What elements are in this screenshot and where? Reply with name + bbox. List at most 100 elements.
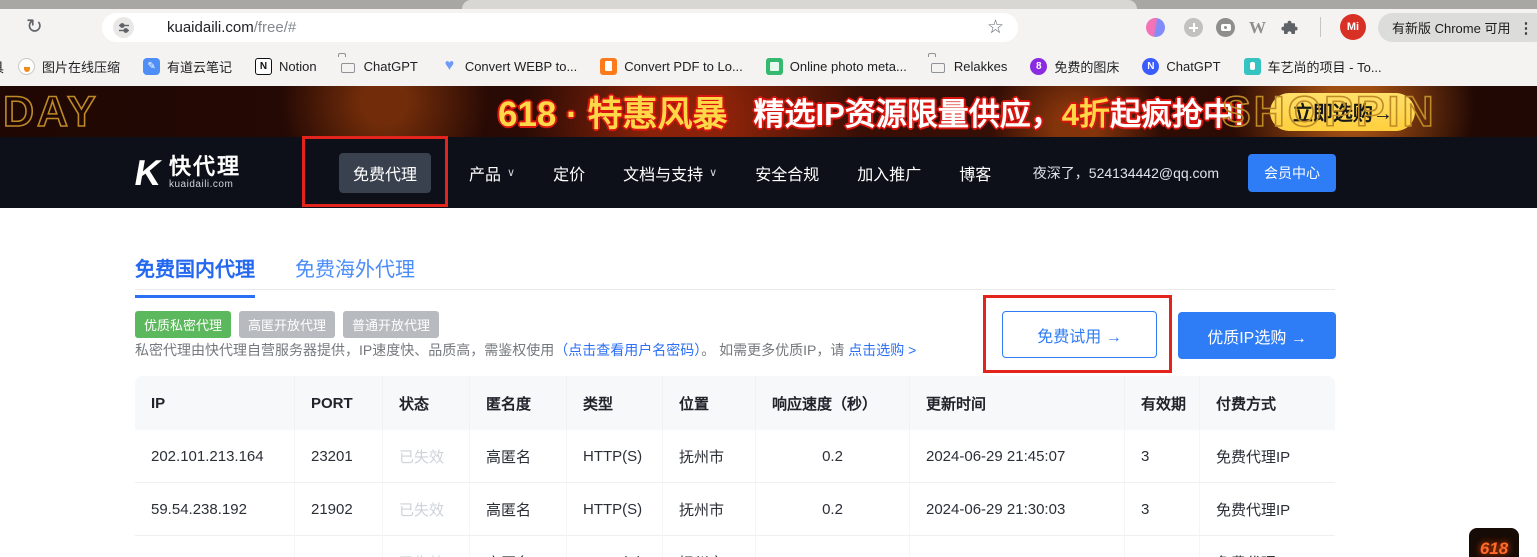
banner-subtitle: 精选IP资源限量供应，4折起疯抢中! (754, 89, 1245, 134)
extensions-puzzle-icon[interactable] (1280, 18, 1299, 37)
active-tab[interactable] (462, 0, 1137, 9)
tab-overseas-free-proxy[interactable]: 免费海外代理 (295, 253, 415, 298)
col-type: 类型 (567, 376, 663, 430)
bookmark-label: 车艺尚的项目 - To... (1268, 57, 1382, 76)
url-host: kuaidaili.com (167, 19, 254, 36)
col-anonymity: 匿名度 (470, 376, 567, 430)
nav-item-affiliate[interactable]: 加入推广 (857, 161, 921, 185)
member-center-button[interactable]: 会员中心 (1248, 154, 1336, 192)
cell-status: 已失效 (383, 430, 470, 483)
cell-port (295, 536, 383, 557)
proxy-table: IP PORT 状态 匿名度 类型 位置 响应速度（秒） 更新时间 有效期 付费… (135, 376, 1335, 557)
nav-item-free-proxy[interactable]: 免费代理 (339, 153, 431, 193)
bookmark-item[interactable]: 8免费的图床 (1030, 57, 1119, 76)
buy-now-link[interactable]: 点击选购 > (848, 342, 916, 358)
bookmark-folder[interactable]: ChatGPT (340, 58, 418, 75)
premium-ip-button[interactable]: 优质IP选购 → (1178, 312, 1336, 359)
browser-tab-strip (0, 0, 1537, 9)
profile-avatar[interactable]: Mi (1340, 14, 1366, 40)
cell-type: HTTP(S) (567, 483, 663, 536)
nav-item-pricing[interactable]: 定价 (553, 161, 585, 185)
tag-premium-private[interactable]: 优质私密代理 (135, 311, 231, 338)
extension-wikipedia-icon[interactable]: W (1248, 18, 1267, 37)
cell-payment: 免费代理IP (1200, 430, 1335, 483)
free-trial-button[interactable]: 免费试用 → (1002, 311, 1157, 358)
cell-ip (135, 536, 295, 557)
col-speed: 响应速度（秒） (756, 376, 910, 430)
todo-favicon (1244, 58, 1261, 75)
nav-item-blog[interactable]: 博客 (959, 161, 991, 185)
url-path: /free/# (254, 19, 297, 36)
col-ip: IP (135, 376, 295, 430)
bookmark-item[interactable]: 图片在线压缩 (18, 57, 120, 76)
bookmark-label: 具 (0, 57, 4, 76)
reload-icon[interactable]: ↻ (26, 14, 43, 39)
notion-favicon: N (255, 58, 272, 75)
col-updated: 更新时间 (910, 376, 1125, 430)
col-port: PORT (295, 376, 383, 430)
chrome-update-label: 有新版 Chrome 可用 (1392, 18, 1510, 37)
bookmark-label: ChatGPT (1166, 59, 1220, 74)
address-bar[interactable]: kuaidaili.com/free/# ☆ (102, 13, 1018, 42)
folder-icon (341, 63, 355, 73)
brand-name: 快代理 (169, 155, 241, 179)
cell-ip: 59.54.238.192 (135, 483, 295, 536)
promo-banner[interactable]: DAY 618 · 特惠风暴 精选IP资源限量供应，4折起疯抢中! 立即选购→ … (0, 86, 1537, 137)
url-text[interactable]: kuaidaili.com/free/# (167, 19, 296, 36)
table-row: 已失效 高匿名 HTTP(S) 抚州市 免费代理IP (135, 536, 1335, 557)
extension-brain-icon[interactable] (1146, 18, 1165, 37)
nav-item-compliance[interactable]: 安全合规 (755, 161, 819, 185)
proxy-tabs: 免费国内代理 免费海外代理 (135, 253, 415, 298)
site-info-icon[interactable] (113, 17, 134, 38)
banner-day-text: DAY (3, 88, 99, 137)
bookmark-item[interactable]: 具 (0, 57, 4, 76)
compressor-favicon (18, 58, 35, 75)
bookmark-item[interactable]: Convert PDF to Lo... (600, 58, 743, 75)
tag-normal-open[interactable]: 普通开放代理 (343, 311, 439, 338)
cell-port: 23201 (295, 430, 383, 483)
chevron-down-icon: ∨ (507, 166, 515, 179)
cell-updated: 2024-06-29 21:45:07 (910, 430, 1125, 483)
cell-status: 已失效 (383, 483, 470, 536)
bookmark-folder[interactable]: Relakkes (930, 58, 1007, 75)
messenger-favicon: N (1142, 58, 1159, 75)
extension-camera-icon[interactable] (1216, 18, 1235, 37)
nav-item-products[interactable]: 产品∨ (469, 161, 515, 185)
cell-validity: 3 (1125, 483, 1200, 536)
folder-icon (931, 63, 945, 73)
col-location: 位置 (663, 376, 756, 430)
promo-618-badge[interactable]: 618 (1469, 528, 1519, 557)
chrome-update-chip[interactable]: 有新版 Chrome 可用 ⋮ (1378, 13, 1537, 42)
col-payment: 付费方式 (1200, 376, 1335, 430)
menu-kebab-icon[interactable]: ⋮ (1518, 19, 1533, 37)
chevron-down-icon: ∨ (709, 166, 717, 179)
bookmark-item[interactable]: NNotion (255, 58, 317, 75)
tabs-divider (135, 289, 1335, 290)
kuaidaili-logo[interactable]: K 快代理 kuaidaili.com (135, 155, 241, 191)
view-credentials-link[interactable]: （点击查看用户名密码） (554, 342, 701, 358)
proxy-description: 私密代理由快代理自营服务器提供，IP速度快、品质高，需鉴权使用（点击查看用户名密… (135, 340, 916, 360)
banner-shopping-text: SHOPPIN (1222, 88, 1437, 137)
brand-domain: kuaidaili.com (169, 179, 241, 190)
tab-domestic-free-proxy[interactable]: 免费国内代理 (135, 253, 255, 298)
extension-gray-icon[interactable] (1184, 18, 1203, 37)
bookmark-star-icon[interactable]: ☆ (987, 16, 1004, 39)
bookmark-item[interactable]: ✎有道云笔记 (143, 57, 232, 76)
youdao-favicon: ✎ (143, 58, 160, 75)
cell-validity (1125, 536, 1200, 557)
heart-favicon: ♥ (441, 58, 458, 75)
bookmark-item[interactable]: Online photo meta... (766, 58, 907, 75)
logo-k-icon: K (132, 155, 164, 191)
photo-favicon (766, 58, 783, 75)
cell-updated: 2024-06-29 21:30:03 (910, 483, 1125, 536)
nav-item-docs[interactable]: 文档与支持∨ (623, 161, 717, 185)
bookmark-item[interactable]: N ChatGPT (1142, 58, 1220, 75)
bookmarks-bar: 具 图片在线压缩 ✎有道云笔记 NNotion ChatGPT ♥Convert… (0, 46, 1537, 86)
cell-speed: 0.2 (756, 430, 910, 483)
cell-port: 21902 (295, 483, 383, 536)
bookmark-item[interactable]: 车艺尚的项目 - To... (1244, 57, 1382, 76)
tag-anonymous-open[interactable]: 高匿开放代理 (239, 311, 335, 338)
cell-ip: 202.101.213.164 (135, 430, 295, 483)
cell-validity: 3 (1125, 430, 1200, 483)
bookmark-item[interactable]: ♥Convert WEBP to... (441, 58, 577, 75)
